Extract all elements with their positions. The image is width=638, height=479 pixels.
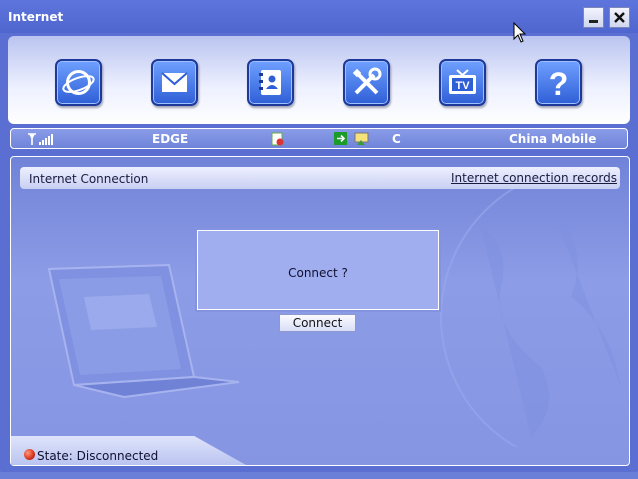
state-bar: State: Disconnected: [11, 436, 246, 465]
panel-title: Internet Connection: [29, 172, 149, 186]
tools-icon: [352, 67, 382, 95]
internet-panel: Internet Connection Internet connection …: [10, 156, 630, 466]
message-status-icon: [354, 132, 369, 145]
connection-state: State: Disconnected: [37, 449, 159, 463]
signal-strength-icon: [28, 133, 53, 145]
internet-globe-icon: [62, 70, 95, 95]
taskbar-edge: [0, 472, 638, 479]
connection-records-link[interactable]: Internet connection records: [451, 171, 617, 185]
phonebook-button[interactable]: [247, 59, 294, 106]
mouse-pointer-icon: [513, 22, 527, 43]
data-transfer-icon: [334, 132, 347, 145]
sim-card-icon: [271, 132, 284, 146]
messages-button[interactable]: [151, 59, 198, 106]
internet-button[interactable]: [55, 59, 102, 106]
tv-button[interactable]: TV: [439, 59, 486, 106]
help-button[interactable]: ?: [535, 59, 582, 106]
connect-prompt: Connect ?: [288, 266, 348, 280]
title-bar[interactable]: Internet: [0, 0, 638, 33]
connect-dialog: Connect ?: [197, 230, 439, 310]
svg-text:?: ?: [549, 66, 569, 102]
envelope-icon: [161, 72, 188, 92]
carrier-state: C: [392, 132, 401, 146]
world-map-watermark: [440, 187, 621, 447]
phonebook-icon: [259, 70, 281, 95]
help-icon: ?: [549, 66, 569, 102]
window-title: Internet: [8, 10, 64, 24]
panel-header: Internet Connection Internet connection …: [20, 167, 620, 189]
connect-button[interactable]: Connect: [279, 314, 356, 332]
minimize-button[interactable]: [583, 7, 604, 28]
network-type: EDGE: [152, 132, 189, 146]
operator-name: China Mobile: [509, 132, 597, 146]
close-button[interactable]: [609, 7, 630, 28]
minimize-icon: [589, 20, 598, 23]
app-window: Internet TV ? EDGE C China Mobile Intern…: [0, 0, 638, 472]
close-icon: [614, 12, 625, 23]
status-strip: EDGE C China Mobile: [10, 128, 628, 149]
tv-icon: TV: [449, 69, 476, 94]
disconnected-status-icon: [24, 449, 35, 460]
settings-button[interactable]: [343, 59, 390, 106]
svg-text:TV: TV: [455, 80, 470, 92]
main-toolbar: TV ?: [8, 36, 630, 124]
